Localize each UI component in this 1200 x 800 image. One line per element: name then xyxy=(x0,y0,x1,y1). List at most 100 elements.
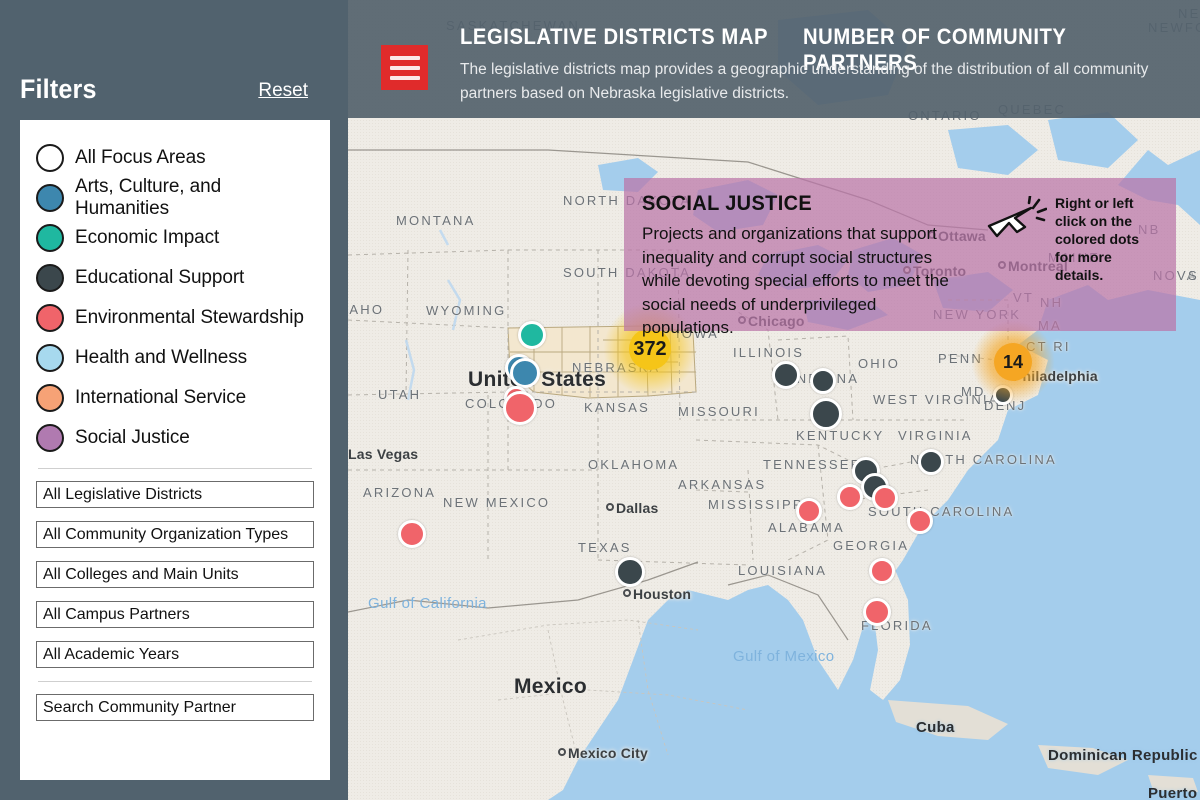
tooltip-description: Projects and organizations that support … xyxy=(642,224,949,337)
search-input-text: Search Community Partner xyxy=(43,698,236,716)
map-city-dot xyxy=(606,503,614,511)
legend-item[interactable]: Health and Wellness xyxy=(36,338,314,378)
map-island-label: Cuba xyxy=(916,719,955,736)
legend-item[interactable]: All Focus Areas xyxy=(36,138,314,178)
map-viewport[interactable]: BRITISH COLUMBIASASKATCHEWANQUEBECONTARI… xyxy=(348,0,1200,800)
map-partner-dot[interactable] xyxy=(518,321,546,349)
map-state-label: VIRGINIA xyxy=(898,428,973,443)
map-state-label: IDAHO xyxy=(348,302,385,317)
page-subtitle: The legislative districts map provides a… xyxy=(460,61,1149,102)
map-state-label: OKLAHOMA xyxy=(588,457,680,472)
map-state-label: WYOMING xyxy=(426,303,507,318)
map-partner-dot[interactable] xyxy=(907,508,933,534)
legend-item-label: Educational Support xyxy=(75,267,245,288)
hamburger-bar xyxy=(389,55,420,60)
filter-selects[interactable]: All Legislative Districts All Community O… xyxy=(36,481,314,668)
top-header: LEGISLATIVE DISTRICTS MAP NUMBER OF COMM… xyxy=(348,0,1200,118)
legend-color-swatch xyxy=(36,304,64,332)
focus-area-legend[interactable]: All Focus Areas Arts, Culture, and Humani… xyxy=(36,138,314,458)
filter-select-value: All Community Organization Types xyxy=(43,525,289,543)
map-partner-dot[interactable] xyxy=(810,368,836,394)
map-state-label: TEXAS xyxy=(578,540,632,555)
map-state-label: S xyxy=(1188,268,1199,283)
map-partner-dot[interactable] xyxy=(503,391,537,425)
search-input[interactable]: Search Community Partner xyxy=(36,694,314,721)
legend-item[interactable]: Environmental Stewardship xyxy=(36,298,314,338)
hamburger-menu-icon[interactable] xyxy=(381,45,428,90)
filter-select[interactable]: All Campus Partners xyxy=(36,601,314,628)
filter-select-value: All Colleges and Main Units xyxy=(43,565,239,583)
map-water-label: Gulf of California xyxy=(368,595,487,612)
legend-item[interactable]: International Service xyxy=(36,378,314,418)
map-partner-dot[interactable] xyxy=(796,498,822,524)
map-country-label: Mexico xyxy=(514,675,587,698)
map-state-label: TENNESSEE xyxy=(763,457,862,472)
tooltip-title: SOCIAL JUSTICE xyxy=(642,192,813,215)
legend-item[interactable]: Arts, Culture, and Humanities xyxy=(36,176,314,219)
map-partner-dot[interactable] xyxy=(863,598,891,626)
map-partner-dot[interactable] xyxy=(837,484,863,510)
filters-header: Filters Reset xyxy=(20,74,330,114)
legend-item-label: Social Justice xyxy=(75,427,190,448)
filter-select-value: All Legislative Districts xyxy=(43,485,203,503)
legend-color-swatch xyxy=(36,384,64,412)
map-partner-dot[interactable] xyxy=(918,449,944,475)
map-state-label: MISSOURI xyxy=(678,404,760,419)
divider xyxy=(38,681,312,682)
map-city-label: Dallas xyxy=(616,500,659,516)
legend-item-label: International Service xyxy=(75,387,247,408)
legend-color-swatch xyxy=(36,264,64,292)
map-island-label: Dominican Republic xyxy=(1048,747,1198,764)
filter-select[interactable]: All Academic Years xyxy=(36,641,314,668)
map-partner-dot[interactable] xyxy=(869,558,895,584)
legend-item[interactable]: Economic Impact xyxy=(36,218,314,258)
map-state-label: MISSISSIPPI xyxy=(708,497,810,512)
map-state-label: ILLINOIS xyxy=(733,345,805,360)
filters-title: Filters xyxy=(20,74,97,104)
map-partner-dot[interactable] xyxy=(615,557,645,587)
map-island-label: Puerto Rico xyxy=(1148,785,1200,800)
legend-color-swatch xyxy=(36,144,64,172)
map-partner-dot[interactable] xyxy=(772,361,800,389)
map-partner-dot[interactable] xyxy=(810,398,842,430)
legend-color-swatch xyxy=(36,424,64,452)
legend-color-swatch xyxy=(36,184,64,212)
hamburger-bar xyxy=(389,75,420,80)
legend-item-label: All Focus Areas xyxy=(75,147,206,168)
filter-select[interactable]: All Legislative Districts xyxy=(36,481,314,508)
legend-color-swatch xyxy=(36,344,64,372)
filter-select-value: All Academic Years xyxy=(43,645,180,663)
map-state-label: ARKANSAS xyxy=(678,477,767,492)
map-state-label: MONTANA xyxy=(396,213,476,228)
map-state-label: KENTUCKY xyxy=(796,428,885,443)
filters-sidebar: Filters Reset All Focus Areas Arts, Cultu… xyxy=(0,0,348,800)
map-city-label: Las Vegas xyxy=(348,446,419,462)
legend-item[interactable]: Educational Support xyxy=(36,258,314,298)
map-partner-dot[interactable] xyxy=(872,485,898,511)
map-dashboard: BRITISH COLUMBIASASKATCHEWANQUEBECONTARI… xyxy=(0,0,1200,800)
map-state-label: NEW MEXICO xyxy=(443,495,551,510)
map-state-label: OHIO xyxy=(858,356,901,371)
filter-select[interactable]: All Colleges and Main Units xyxy=(36,561,314,588)
legend-item[interactable]: Social Justice xyxy=(36,418,314,458)
map-city-dot xyxy=(558,748,566,756)
reset-filters-link[interactable]: Reset xyxy=(258,80,308,102)
map-state-label: LOUISIANA xyxy=(738,563,828,578)
legend-item-label: Arts, Culture, and Humanities xyxy=(75,176,222,219)
tooltip-hint-text: Right or left click on the colored dots … xyxy=(1055,195,1140,283)
filter-select-value: All Campus Partners xyxy=(43,605,190,623)
legend-item-label: Health and Wellness xyxy=(75,347,248,368)
map-water-label: Gulf of Mexico xyxy=(733,648,835,665)
legend-color-swatch xyxy=(36,224,64,252)
cluster-count: 14 xyxy=(994,343,1032,381)
focus-area-tooltip: SOCIAL JUSTICE Projects and organization… xyxy=(624,178,1176,337)
map-partner-dot[interactable] xyxy=(510,358,540,388)
tooltip-hint: Right or left click on the colored dots … xyxy=(985,194,1160,284)
map-partner-dot[interactable] xyxy=(398,520,426,548)
cursor-click-icon xyxy=(987,196,1047,238)
map-state-label: UTAH xyxy=(378,387,422,402)
map-city-dot xyxy=(623,589,631,597)
filter-select[interactable]: All Community Organization Types xyxy=(36,521,314,548)
map-cluster-marker[interactable]: 14 xyxy=(971,320,1055,404)
map-city-label: Houston xyxy=(633,586,692,602)
